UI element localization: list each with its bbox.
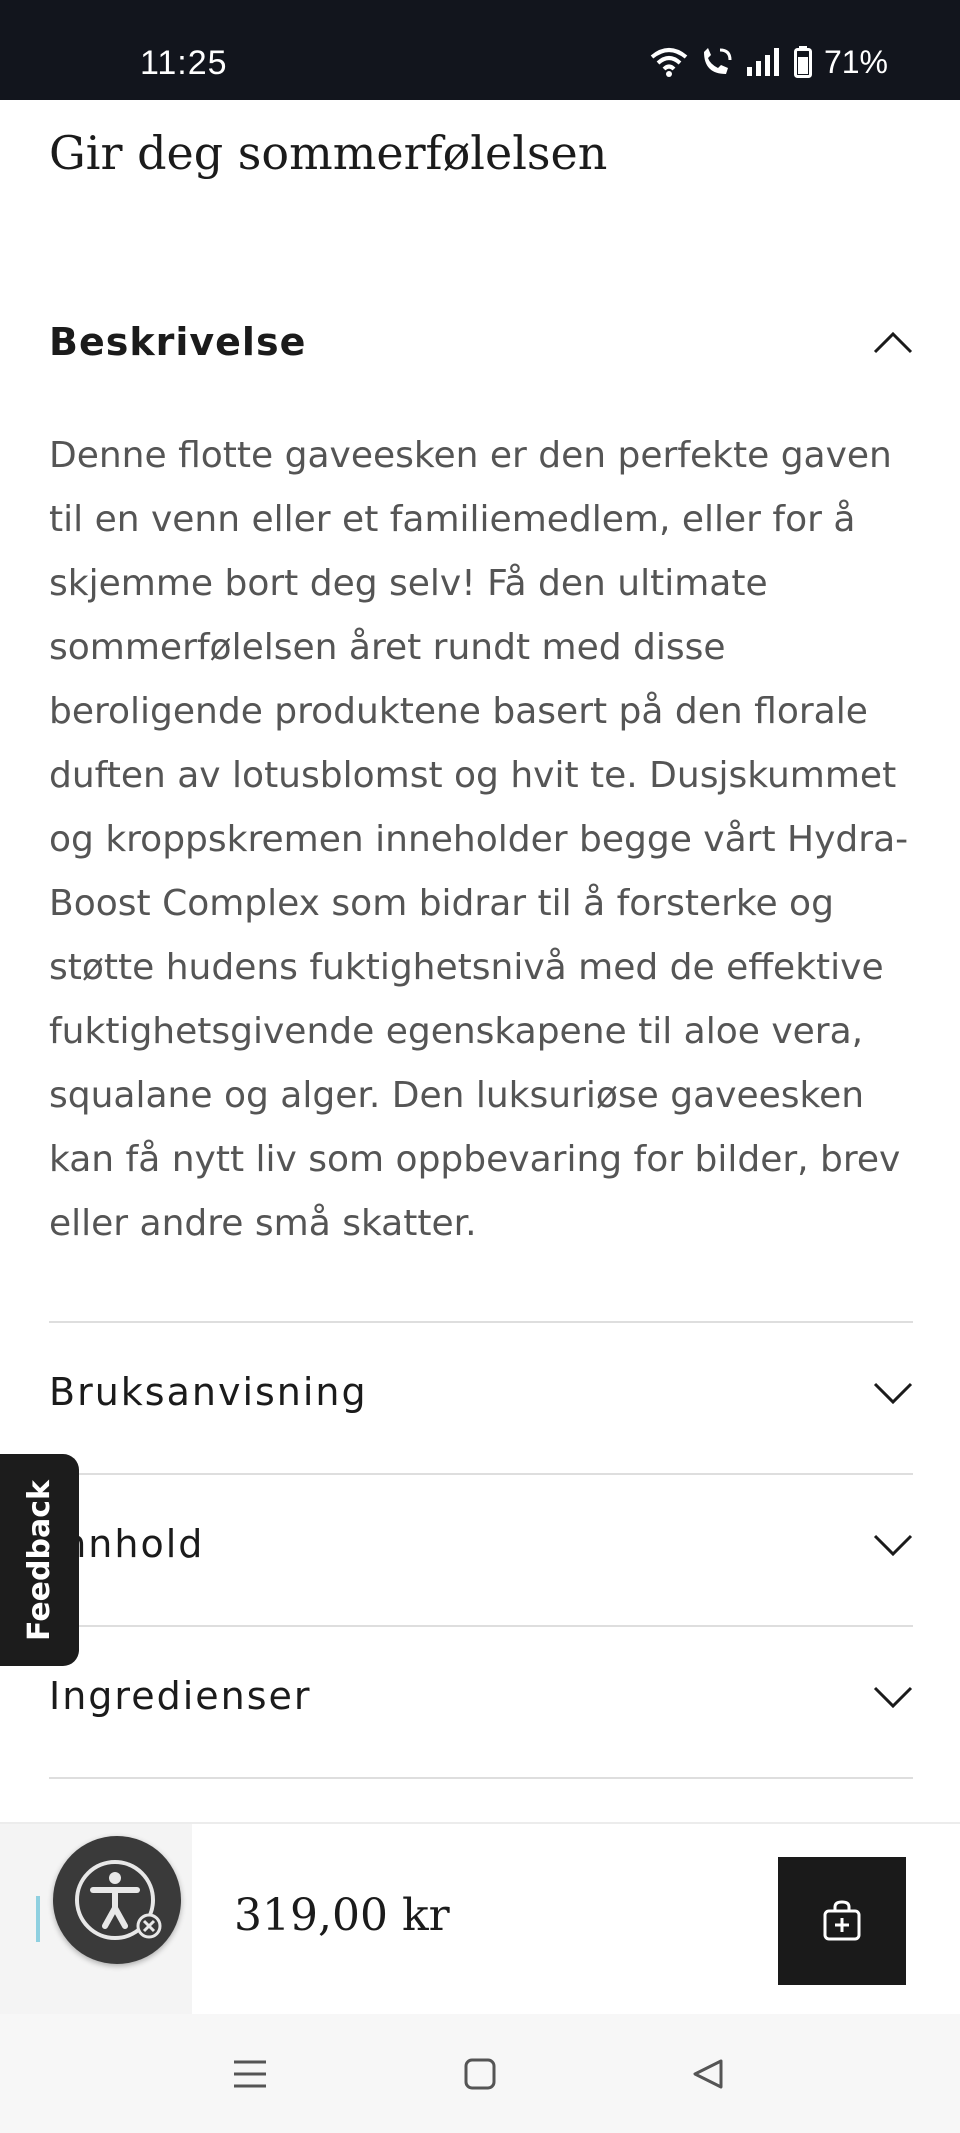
feedback-tab[interactable]: Feedback <box>0 1454 79 1666</box>
status-time: 11:25 <box>140 44 228 82</box>
chevron-up-icon <box>873 331 913 354</box>
description-body: Denne flotte gaveesken er den perfekte g… <box>49 435 909 1244</box>
status-bar: 11:25 71% <box>0 0 960 100</box>
product-price: 319,00 kr <box>234 1890 450 1941</box>
divider <box>49 1321 913 1323</box>
wifi-call-icon <box>703 48 732 74</box>
accordion-label: Bruksanvisning <box>49 1370 368 1414</box>
back-button[interactable] <box>686 2052 730 2096</box>
description-header[interactable]: Beskrivelse <box>49 320 913 364</box>
accessibility-button[interactable] <box>53 1836 181 1964</box>
add-to-cart-button[interactable] <box>778 1857 906 1985</box>
back-triangle-icon <box>693 2059 723 2089</box>
home-button[interactable] <box>458 2052 502 2096</box>
product-tagline: Gir deg sommerfølelsen <box>49 126 608 180</box>
divider <box>49 1473 913 1475</box>
battery-icon <box>793 46 812 78</box>
accordion-ingredienser[interactable]: Ingredienser <box>49 1674 913 1718</box>
chevron-down-icon <box>873 1382 913 1404</box>
shopping-bag-plus-icon <box>823 1900 861 1941</box>
divider <box>49 1777 913 1779</box>
thumbnail-edge <box>36 1896 40 1942</box>
accordion-bruksanvisning[interactable]: Bruksanvisning <box>49 1370 913 1414</box>
battery-percentage: 71% <box>823 43 888 80</box>
chevron-down-icon <box>873 1534 913 1556</box>
home-square-icon <box>464 2058 496 2090</box>
chevron-down-icon <box>873 1686 913 1708</box>
status-icons: 71% <box>650 42 888 82</box>
signal-icon <box>746 48 779 76</box>
description-title: Beskrivelse <box>49 320 307 364</box>
accordion-innhold[interactable]: Innhold <box>49 1522 913 1566</box>
system-navigation-bar <box>0 2014 960 2133</box>
divider <box>49 1625 913 1627</box>
recent-apps-button[interactable] <box>228 2052 272 2096</box>
menu-icon <box>234 2060 266 2088</box>
accordion-label: Ingredienser <box>49 1674 312 1718</box>
wifi-icon <box>650 48 688 77</box>
accessibility-icon <box>75 1860 162 1940</box>
sticky-add-to-cart-bar: 319,00 kr <box>0 1822 960 2016</box>
feedback-label: Feedback <box>22 1479 57 1641</box>
